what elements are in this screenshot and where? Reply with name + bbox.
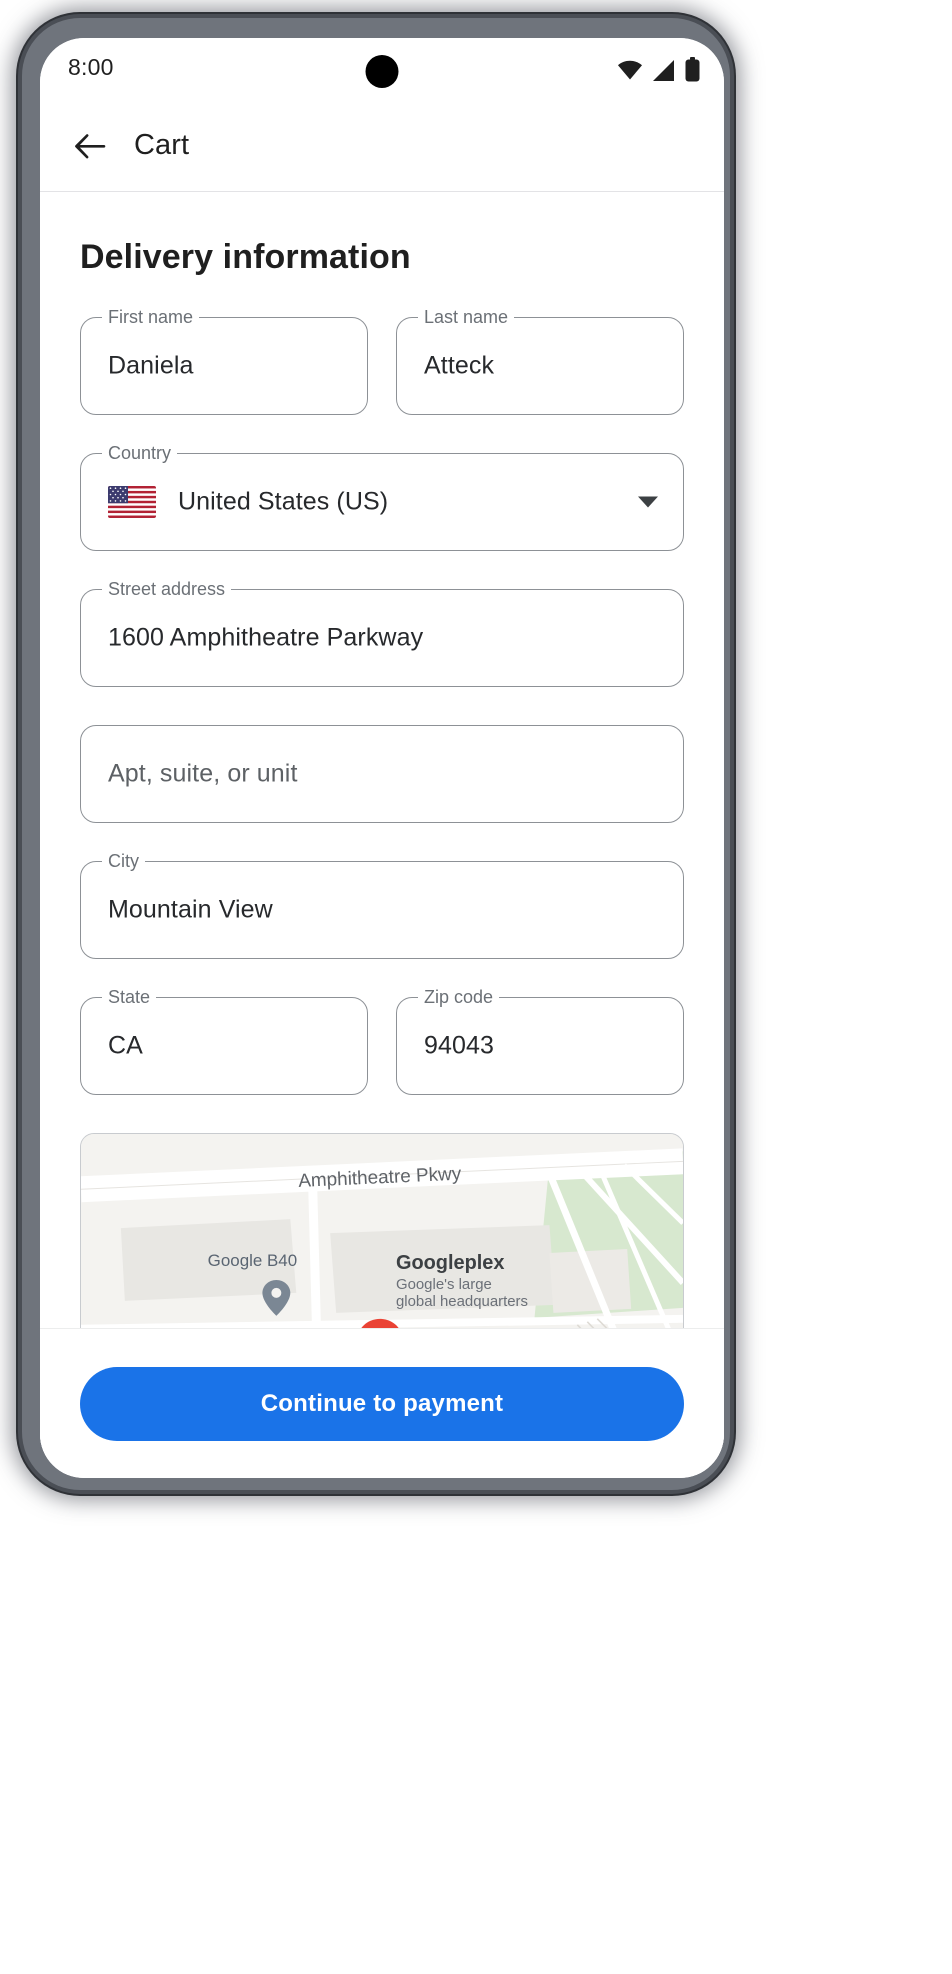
back-button[interactable] [64,120,116,172]
delivery-form-scroll[interactable]: Delivery information First name Daniela … [40,192,724,1477]
state-field[interactable]: State CA [80,986,368,1095]
map-poi-googleplex-sub-1: Google's large [396,1276,492,1293]
zip-code-field[interactable]: Zip code 94043 [396,986,684,1095]
first-name-value: Daniela [108,351,194,380]
arrow-back-icon [75,133,106,158]
map-poi-googleplex-label: Googleplex [396,1252,504,1274]
continue-to-payment-button[interactable]: Continue to payment [80,1366,684,1441]
first-name-label: First name [102,306,200,328]
country-select[interactable]: Country United States (US) [80,442,684,551]
last-name-value: Atteck [424,351,495,380]
page-title: Cart [134,129,190,161]
street-address-value: 1600 Amphitheatre Parkway [108,623,424,652]
section-title: Delivery information [80,238,411,276]
cellular-signal-icon [653,60,674,81]
phone-screen: 8:00 Cart Delivery information First nam… [40,38,724,1478]
zip-code-value: 94043 [424,1031,495,1060]
city-label: City [102,850,145,872]
wifi-icon [618,60,642,80]
state-value: CA [108,1031,143,1060]
camera-notch [365,55,399,88]
state-zip-row: State CA Zip code 94043 [80,986,684,1133]
last-name-field[interactable]: Last name Atteck [396,306,684,415]
country-label: Country [102,442,178,464]
phone-frame: 8:00 Cart Delivery information First nam… [18,14,734,1494]
status-bar-clock: 8:00 [68,54,114,80]
status-bar: 8:00 [40,38,724,100]
first-name-field[interactable]: First name Daniela [80,306,368,415]
country-value: United States (US) [178,487,389,516]
zip-code-label: Zip code [418,986,500,1008]
map-poi-googleplex-sub-2: global headquarters [396,1293,528,1310]
state-label: State [102,986,157,1008]
name-row: First name Daniela Last name Atteck [80,306,684,453]
phone-bezel: 8:00 Cart Delivery information First nam… [22,18,730,1490]
street-address-label: Street address [102,578,232,600]
map-poi-google-b40-label: Google B40 [208,1251,297,1270]
apt-placeholder: Apt, suite, or unit [108,759,298,788]
city-field[interactable]: City Mountain View [80,850,684,959]
chevron-down-icon[interactable] [638,496,658,508]
apt-field[interactable]: Apt, suite, or unit [80,725,684,823]
battery-icon [685,57,700,82]
status-bar-icons [617,56,700,82]
city-value: Mountain View [108,895,273,924]
street-address-field[interactable]: Street address 1600 Amphitheatre Parkway [80,578,684,687]
last-name-label: Last name [418,306,515,328]
united-states-flag-icon [108,486,156,518]
app-bar: Cart [40,100,724,192]
bottom-action-bar: Continue to payment [40,1328,724,1478]
